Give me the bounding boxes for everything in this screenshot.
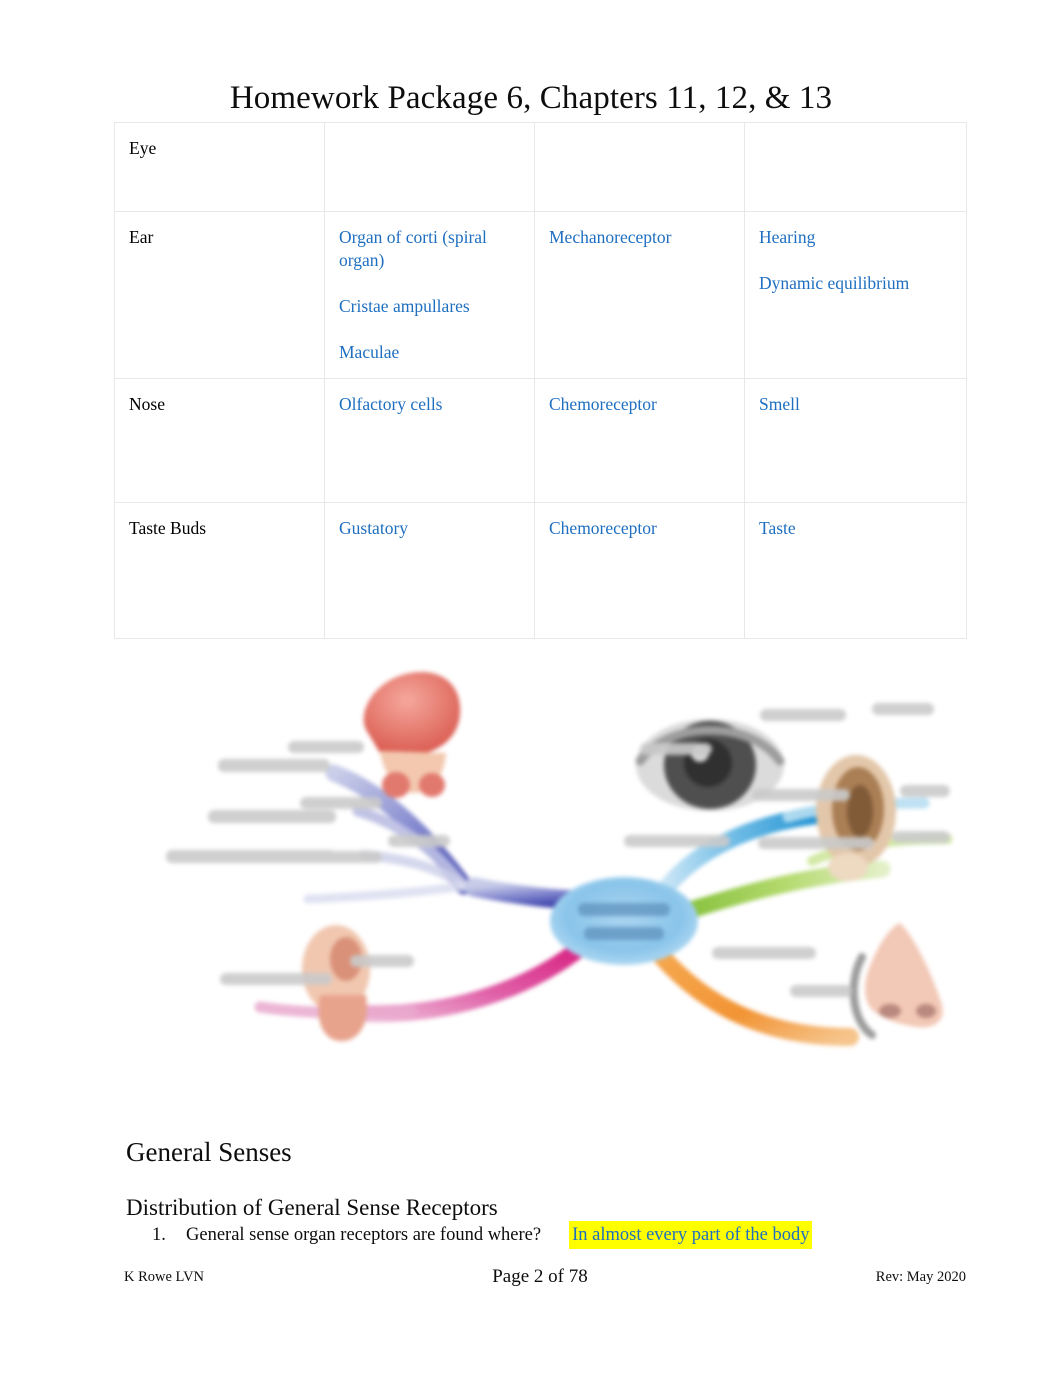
table-cell-organ: Nose: [114, 378, 325, 503]
question-number: 1.: [152, 1225, 166, 1245]
table-cell-sense: Hearing Dynamic equilibrium: [744, 211, 967, 379]
table-cell-sense: Taste: [744, 502, 967, 639]
receptor-label: Gustatory: [339, 518, 409, 538]
table-cell-receptor: Organ of corti (spiral organ) Cristae am…: [324, 211, 535, 379]
footer-page-number: Page 2 of 78: [492, 1266, 588, 1287]
page-title: Homework Package 6, Chapters 11, 12, & 1…: [229, 80, 833, 117]
table-cell-organ: Eye: [114, 122, 325, 212]
question-prompt: General sense organ receptors are found …: [186, 1225, 542, 1245]
five-senses-mind-map: [112, 655, 952, 1060]
document-page: Homework Package 6, Chapters 11, 12, & 1…: [0, 0, 1062, 1376]
receptor-label: Olfactory cells: [339, 394, 443, 414]
table-row: Ear Organ of corti (spiral organ) Crista…: [114, 211, 967, 379]
table-cell-receptor: [324, 122, 535, 212]
table-cell-sense: [744, 122, 967, 212]
table-cell-receptor-type: [534, 122, 745, 212]
table-cell-receptor-type: Mechanoreceptor: [534, 211, 745, 379]
table-cell-receptor: Olfactory cells: [324, 378, 535, 503]
receptor-label-3: Maculae: [339, 342, 400, 362]
heading-distribution: Distribution of General Sense Receptors: [126, 1195, 498, 1220]
organ-label: Ear: [129, 227, 154, 247]
receptor-label: Organ of corti (spiral organ): [339, 227, 487, 270]
receptor-type-label: Mechanoreceptor: [549, 227, 672, 247]
table-cell-receptor: Gustatory: [324, 502, 535, 639]
table-cell-receptor-type: Chemoreceptor: [534, 378, 745, 503]
question-answer-highlighted: In almost every part of the body: [569, 1221, 813, 1249]
table-cell-sense: Smell: [744, 378, 967, 503]
table-cell-organ: Taste Buds: [114, 502, 325, 639]
receptor-type-label: Chemoreceptor: [549, 394, 657, 414]
receptor-label-2: Cristae ampullares: [339, 296, 470, 316]
organ-label: Nose: [129, 394, 165, 414]
page-footer: K Rowe LVN Page 2 of 78 Rev: May 2020: [114, 1266, 966, 1296]
table-row: Eye: [114, 122, 967, 212]
table-cell-organ: Ear: [114, 211, 325, 379]
question-item: 1. General sense organ receptors are fou…: [152, 1221, 952, 1249]
table-cell-receptor-type: Chemoreceptor: [534, 502, 745, 639]
sense-label: Taste: [759, 518, 796, 538]
organ-label: Eye: [129, 138, 157, 158]
heading-general-senses: General Senses: [126, 1137, 292, 1168]
table-row: Nose Olfactory cells Chemoreceptor Smell: [114, 378, 967, 503]
footer-revision: Rev: May 2020: [875, 1269, 966, 1285]
table-row: Taste Buds Gustatory Chemoreceptor Taste: [114, 502, 967, 639]
receptor-type-label: Chemoreceptor: [549, 518, 657, 538]
sense-label-2: Dynamic equilibrium: [759, 273, 910, 293]
special-senses-table: Eye Ear Organ of corti (spiral organ) Cr…: [114, 122, 967, 639]
sense-label: Smell: [759, 394, 800, 414]
sense-label: Hearing: [759, 227, 816, 247]
mind-map-center: [550, 877, 698, 965]
organ-label: Taste Buds: [129, 518, 207, 538]
